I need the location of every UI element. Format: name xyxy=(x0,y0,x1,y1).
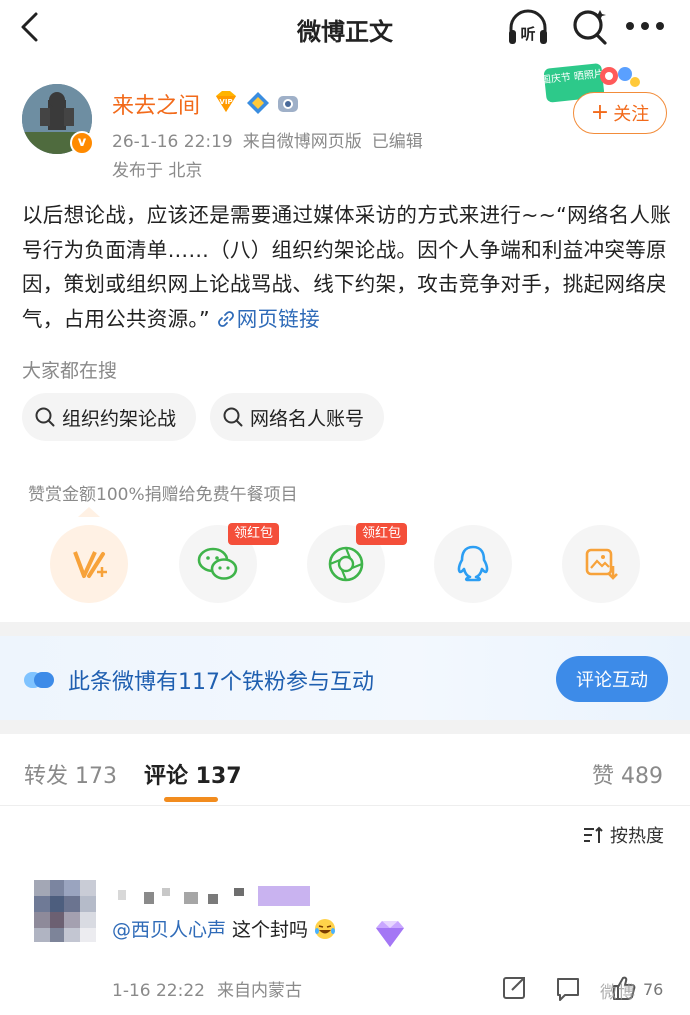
headphones-listen-icon[interactable]: 听 xyxy=(506,8,550,48)
interaction-tabs: 转发 173 评论 137 赞 489 xyxy=(0,734,690,806)
reply-icon[interactable] xyxy=(557,978,579,1001)
search-icon[interactable] xyxy=(570,6,610,46)
nav-bar: 微博正文 听 xyxy=(0,0,690,60)
fans-icon xyxy=(24,672,54,688)
qq-share-button[interactable] xyxy=(434,525,512,603)
save-image-icon xyxy=(585,548,618,580)
post-source: 来自微博网页版 xyxy=(242,132,362,152)
follow-button[interactable]: + 关注 xyxy=(573,92,667,134)
hot-search-chip[interactable]: 网络名人账号 xyxy=(210,393,385,441)
watermark: 微博 xyxy=(600,983,636,1003)
share-row: 领红包 领红包 xyxy=(50,523,650,605)
comment-like-count: 76 xyxy=(643,980,663,999)
save-image-button[interactable] xyxy=(562,525,640,603)
fans-banner: 此条微博有117个铁粉参与互动 评论互动 xyxy=(0,636,690,720)
qq-icon xyxy=(457,545,489,582)
comment-body: 这个封吗 xyxy=(226,919,309,941)
share-icon[interactable] xyxy=(503,977,525,999)
comment-time: 1-16 22:22 xyxy=(112,981,205,1001)
reward-caret-icon xyxy=(78,507,100,517)
plus-icon: + xyxy=(590,100,610,125)
red-packet-tag: 领红包 xyxy=(228,523,280,545)
hot-search-chips: 组织约架论战 网络名人账号 xyxy=(22,393,385,441)
sort-label: 按热度 xyxy=(610,826,664,847)
reward-text: 赞赏金额100%捐赠给免费午餐项目 xyxy=(28,485,298,505)
active-tab-indicator xyxy=(164,797,218,802)
post-meta: 26-1-16 22:19 来自微博网页版 已编辑 xyxy=(112,127,433,152)
follow-label: 关注 xyxy=(613,104,650,125)
more-icon[interactable] xyxy=(620,8,670,44)
post-body: 以后想论战，应该还是需要通过媒体采访的方式来进行~~“网络名人账号行为负面清单…… xyxy=(22,203,672,331)
link-icon xyxy=(217,310,234,327)
fans-text: 此条微博有117个铁粉参与互动 xyxy=(68,670,374,695)
tab-comment[interactable]: 评论 137 xyxy=(144,758,242,790)
comment-source: 来自内蒙古 xyxy=(216,981,302,1001)
level-badge-icon[interactable] xyxy=(246,91,270,115)
commenter-name-blurred[interactable] xyxy=(112,884,312,908)
comment-mention[interactable]: @西贝人心声 xyxy=(112,919,226,941)
post-time: 26-1-16 22:19 xyxy=(112,132,233,152)
comment-meta: 1-16 22:22 来自内蒙古 xyxy=(112,976,314,1001)
link-label: 网页链接 xyxy=(236,306,320,331)
post-text: 以后想论战，应该还是需要通过媒体采访的方式来进行~~“网络名人账号行为负面清单…… xyxy=(22,198,672,336)
moments-icon xyxy=(328,546,364,582)
wechat-icon xyxy=(197,547,238,580)
verified-badge: v xyxy=(70,131,94,155)
chip-label: 组织约架论战 xyxy=(62,407,177,430)
gem-badge-icon xyxy=(376,921,404,947)
tab-like[interactable]: 赞 489 xyxy=(592,758,663,790)
hot-search-chip[interactable]: 组织约架论战 xyxy=(22,393,197,441)
sort-icon xyxy=(584,826,603,843)
post-edited[interactable]: 已编辑 xyxy=(372,132,423,152)
web-link[interactable]: 网页链接 xyxy=(217,307,320,331)
search-icon xyxy=(35,407,55,427)
camera-badge-icon[interactable] xyxy=(276,91,300,115)
section-divider xyxy=(0,622,690,636)
hot-search-label: 大家都在搜 xyxy=(22,360,118,382)
sort-by-hot-button[interactable]: 按热度 xyxy=(582,822,664,848)
comment-actions: 76 xyxy=(503,976,663,1001)
commenter-avatar[interactable] xyxy=(34,880,96,942)
user-badges: VIP xyxy=(212,88,300,118)
username[interactable]: 来去之间 xyxy=(112,88,200,120)
search-icon xyxy=(223,407,243,427)
v-plus-icon xyxy=(73,551,107,578)
section-divider xyxy=(0,720,690,734)
comment-interact-button[interactable]: 评论互动 xyxy=(556,656,668,702)
vip-diamond-icon[interactable]: VIP xyxy=(212,90,240,116)
comment-text: @西贝人心声 这个封吗 xyxy=(112,915,336,942)
red-packet-tag: 领红包 xyxy=(356,523,408,545)
chip-label: 网络名人账号 xyxy=(250,407,365,430)
v-plus-button[interactable] xyxy=(50,525,128,603)
post-location: 发布于 北京 xyxy=(112,161,203,181)
svg-text:VIP: VIP xyxy=(219,98,232,106)
tab-repost[interactable]: 转发 173 xyxy=(24,758,117,790)
listen-label: 听 xyxy=(520,25,535,43)
laugh-cry-emoji-icon xyxy=(315,919,336,939)
